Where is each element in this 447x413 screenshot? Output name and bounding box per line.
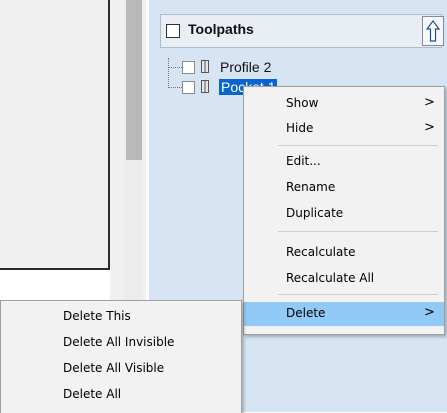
- chevron-right-icon: >: [424, 95, 435, 110]
- move-up-button[interactable]: [422, 16, 444, 46]
- delete-submenu: Delete This Delete All Invisible Delete …: [0, 300, 242, 413]
- chevron-right-icon: >: [424, 305, 435, 320]
- menu-item-label: Recalculate All: [286, 271, 375, 285]
- menu-item-recalculate-all[interactable]: Recalculate All: [244, 267, 444, 291]
- menu-separator: [278, 294, 438, 295]
- toolpath-item-profile[interactable]: Profile 2: [220, 59, 271, 75]
- menu-item-edit[interactable]: Edit...: [244, 150, 444, 174]
- menu-item-recalculate[interactable]: Recalculate: [244, 241, 444, 265]
- tree-connector: [168, 58, 169, 88]
- menu-item-duplicate[interactable]: Duplicate: [244, 202, 444, 226]
- menu-item-label: Delete: [286, 306, 326, 320]
- menu-item-rename[interactable]: Rename: [244, 176, 444, 200]
- menu-item-hide[interactable]: Hide >: [244, 117, 444, 141]
- submenu-item-delete-all-visible[interactable]: Delete All Visible: [1, 355, 241, 381]
- menu-item-label: Recalculate: [286, 245, 356, 259]
- menu-separator: [278, 145, 438, 146]
- submenu-item-label: Delete All Invisible: [63, 335, 175, 349]
- menu-item-show[interactable]: Show >: [244, 92, 444, 116]
- submenu-item-delete-all[interactable]: Delete All: [1, 381, 241, 407]
- tool-icon: [201, 80, 209, 93]
- menu-item-label: Show: [286, 96, 319, 110]
- viewport-border-bottom: [0, 268, 110, 270]
- up-arrow-icon: [426, 20, 440, 42]
- submenu-item-label: Delete All Visible: [63, 361, 165, 375]
- menu-item-label: Edit...: [286, 154, 321, 168]
- menu-item-label: Hide: [286, 121, 314, 135]
- context-menu: Show > Hide > Edit... Rename Duplicate R…: [243, 86, 445, 335]
- submenu-item-delete-all-invisible[interactable]: Delete All Invisible: [1, 329, 241, 355]
- menu-item-label: Rename: [286, 180, 336, 194]
- menu-item-delete[interactable]: Delete >: [244, 302, 444, 326]
- chevron-right-icon: >: [424, 120, 435, 135]
- menu-item-label: Duplicate: [286, 206, 344, 220]
- submenu-item-delete-this[interactable]: Delete This: [1, 303, 241, 329]
- submenu-item-label: Delete This: [63, 309, 131, 323]
- submenu-item-label: Delete All: [63, 387, 122, 401]
- 3d-viewport[interactable]: [0, 0, 110, 270]
- toolpaths-visibility-checkbox[interactable]: [166, 24, 180, 38]
- toolpath-checkbox-pocket[interactable]: [182, 81, 195, 94]
- toolpath-checkbox-profile[interactable]: [182, 61, 195, 74]
- scrollbar-thumb[interactable]: [126, 0, 142, 160]
- menu-separator: [278, 231, 438, 232]
- toolpaths-title: Toolpaths: [188, 21, 254, 37]
- tool-icon: [201, 60, 209, 73]
